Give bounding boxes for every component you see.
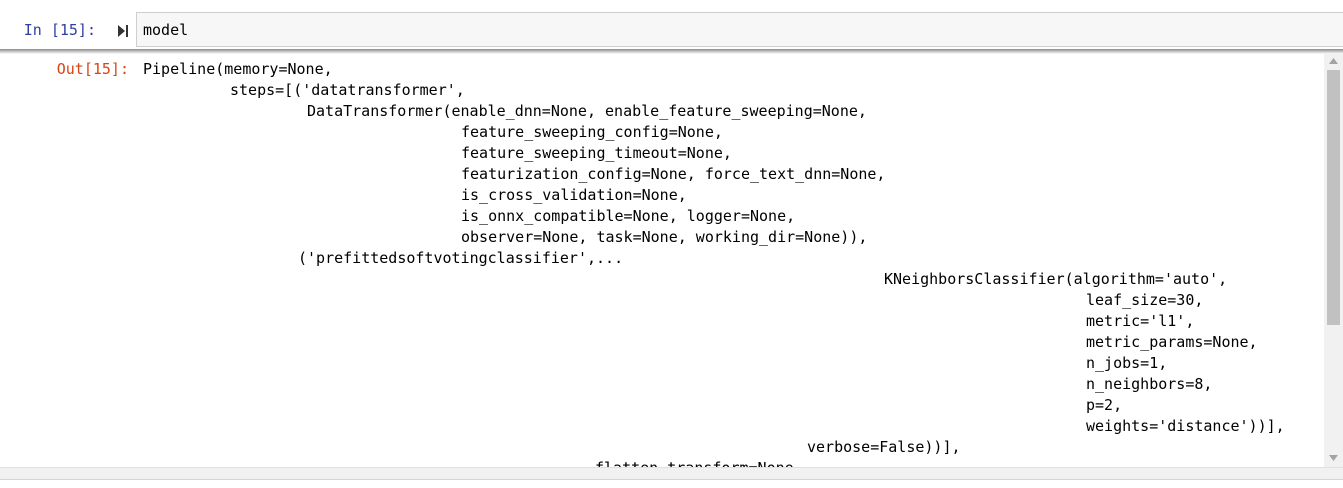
output-line: KNeighborsClassifier(algorithm='auto', (884, 270, 1228, 288)
output-line: metric_params=None, (1086, 333, 1258, 351)
output-line: featurization_config=None, force_text_dn… (461, 165, 886, 183)
output-line: steps=[('datatransformer', (230, 81, 465, 99)
vertical-scrollbar-thumb[interactable] (1327, 70, 1340, 325)
output-scroll-area[interactable]: Out[15]: Pipeline(memory=None, steps=[('… (0, 53, 1324, 467)
output-prompt: Out[15]: (56, 60, 129, 78)
output-line: is_cross_validation=None, (461, 186, 687, 204)
scroll-down-arrow-icon[interactable] (1324, 450, 1343, 467)
notebook: In [15]: model Out[15]: Pipeline(memory=… (0, 0, 1343, 488)
output-line: weights='distance'))], (1086, 417, 1285, 435)
output-line: DataTransformer(enable_dnn=None, enable_… (307, 102, 867, 120)
code-input[interactable]: model (136, 12, 1343, 47)
input-cell[interactable]: In [15]: model (0, 12, 1343, 49)
output-line: leaf_size=30, (1086, 291, 1204, 309)
output-line: feature_sweeping_config=None, (461, 123, 723, 141)
output-line: Pipeline(memory=None, (143, 60, 333, 78)
output-line: metric='l1', (1086, 312, 1195, 330)
output-line: is_onnx_compatible=None, logger=None, (461, 207, 796, 225)
run-cell-icon[interactable] (116, 23, 130, 37)
output-line: n_jobs=1, (1086, 354, 1168, 372)
cell-bottom-border (0, 479, 1343, 488)
input-prompt: In [15]: (23, 21, 96, 39)
output-line: verbose=False))], (807, 438, 961, 456)
output-cell: Out[15]: Pipeline(memory=None, steps=[('… (0, 53, 1343, 467)
output-line: ('prefittedsoftvotingclassifier',... (298, 249, 624, 267)
output-line: p=2, (1086, 396, 1123, 414)
output-line: n_neighbors=8, (1086, 375, 1213, 393)
output-line: feature_sweeping_timeout=None, (461, 144, 732, 162)
vertical-scrollbar[interactable] (1324, 53, 1343, 467)
scroll-up-arrow-icon[interactable] (1324, 53, 1343, 70)
output-line: observer=None, task=None, working_dir=No… (461, 228, 868, 246)
output-line: flatten_transform=None (595, 458, 794, 467)
